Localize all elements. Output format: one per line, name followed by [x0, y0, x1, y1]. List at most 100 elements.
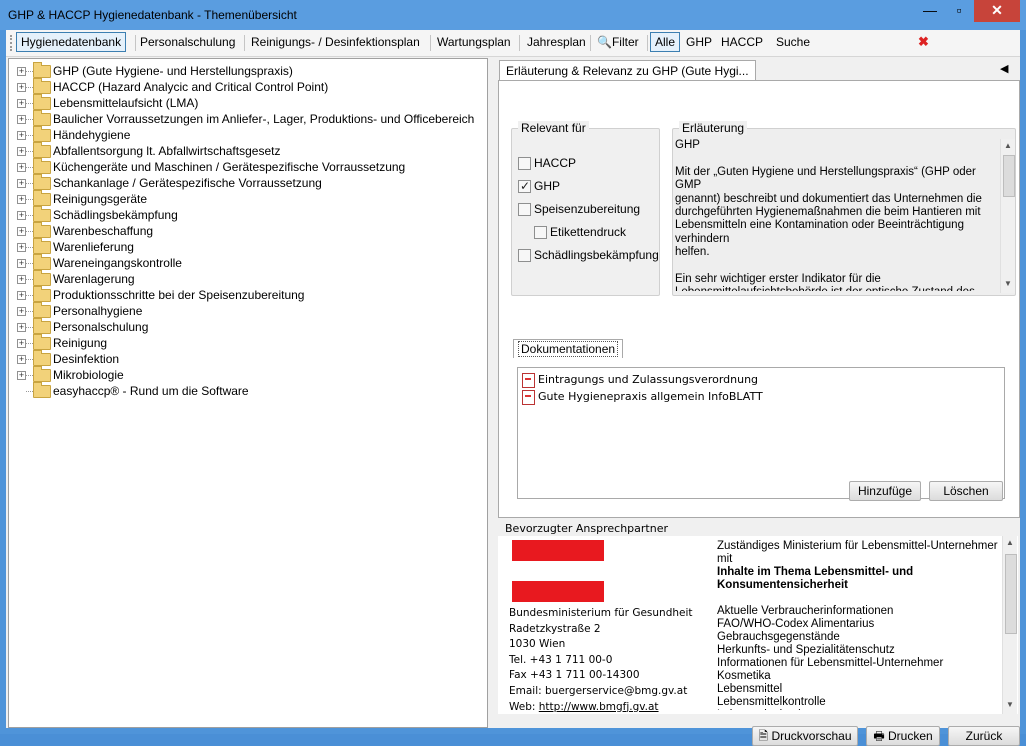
- checkbox-box[interactable]: [518, 178, 531, 194]
- expand-icon[interactable]: +: [17, 259, 26, 268]
- tab-wartungsplan[interactable]: Wartungsplan: [433, 33, 515, 51]
- expand-icon[interactable]: +: [17, 67, 26, 76]
- explanation-line: genannt) beschreibt und dokumentiert das…: [675, 192, 982, 205]
- scroll-up-icon[interactable]: ▲: [1006, 538, 1014, 547]
- scroll-down-icon[interactable]: ▼: [1004, 279, 1012, 288]
- folder-icon: [33, 318, 51, 334]
- expand-icon[interactable]: +: [17, 227, 26, 236]
- tree-item-label: Personalhygiene: [53, 304, 143, 318]
- tree-item-label: Mikrobiologie: [53, 368, 124, 382]
- folder-icon: [33, 270, 51, 286]
- title-bar[interactable]: GHP & HACCP Hygienedatenbank - Themenübe…: [0, 0, 1026, 30]
- contact-title: Bevorzugter Ansprechpartner: [505, 522, 669, 535]
- checkbox-box[interactable]: [518, 249, 531, 262]
- expand-icon[interactable]: +: [17, 99, 26, 108]
- checkbox-box[interactable]: [518, 157, 531, 170]
- relevant-group: Relevant für HACCP GHP Speisenzubereitun…: [511, 121, 660, 296]
- folder-icon: [33, 350, 51, 366]
- explanation-scrollbar[interactable]: ▲ ▼: [1000, 139, 1015, 293]
- scroll-up-icon[interactable]: ▲: [1004, 141, 1012, 150]
- toolbar-grip-icon[interactable]: [10, 35, 15, 51]
- expand-icon[interactable]: +: [17, 371, 26, 380]
- close-window-button[interactable]: ✕: [974, 0, 1020, 22]
- tree-connector: [26, 247, 33, 248]
- web-link[interactable]: http://www.bmgfj.gv.at: [539, 701, 659, 713]
- tree-item-label: HACCP (Hazard Analycic and Critical Cont…: [53, 80, 329, 94]
- address-line: Email: buergerservice@bmg.gv.at: [509, 684, 688, 697]
- folder-icon: [33, 334, 51, 350]
- tab-dokumentationen[interactable]: Dokumentationen: [513, 339, 624, 358]
- checkbox-box[interactable]: [518, 203, 531, 216]
- explanation-line: Lebensmitteln eine Kontamination oder Be…: [675, 219, 964, 245]
- tree-connector: [26, 119, 33, 120]
- filter-alle[interactable]: Alle: [650, 32, 681, 52]
- expand-icon[interactable]: +: [17, 291, 26, 300]
- tab-jahresplan[interactable]: Jahresplan: [523, 33, 590, 51]
- scroll-down-icon[interactable]: ▼: [1006, 700, 1014, 709]
- search-button[interactable]: Suche: [772, 33, 814, 51]
- checkbox-box[interactable]: [534, 226, 547, 239]
- info-line: FAO/WHO-Codex Alimentarius: [717, 618, 875, 630]
- tree-connector: [26, 215, 33, 216]
- address-line: 1030 Wien: [509, 638, 566, 651]
- filter-haccp[interactable]: HACCP: [717, 33, 767, 51]
- expand-icon[interactable]: +: [17, 243, 26, 252]
- print-preview-button[interactable]: 🗎 Druckvorschau: [752, 726, 858, 746]
- print-button[interactable]: 🖶 Drucken: [866, 726, 940, 746]
- expand-icon[interactable]: +: [17, 147, 26, 156]
- tab-hygienedatenbank[interactable]: Hygienedatenbank: [16, 32, 127, 52]
- toolbar: Hygienedatenbank Personalschulung Reinig…: [6, 30, 1020, 57]
- topic-tree[interactable]: + GHP (Gute Hygiene- und Herstellungsprax…: [8, 58, 488, 728]
- expand-icon[interactable]: +: [17, 355, 26, 364]
- expand-icon[interactable]: +: [17, 339, 26, 348]
- tree-item-label: GHP (Gute Hygiene- und Herstellungspraxi…: [53, 64, 293, 78]
- expand-icon[interactable]: +: [17, 115, 26, 124]
- contact-scrollbar[interactable]: ▲ ▼: [1002, 536, 1017, 714]
- app-window: GHP & HACCP Hygienedatenbank - Themenübe…: [0, 0, 1026, 746]
- expand-icon[interactable]: +: [17, 211, 26, 220]
- tree-connector: [26, 71, 33, 72]
- detail-panel: Erläuterung & Relevanz zu GHP (Gute Hygi…: [490, 58, 1020, 746]
- info-line: Gebrauchsgegenstände: [717, 631, 840, 643]
- tab-reinigungsplan[interactable]: Reinigungs- / Desinfektionsplan: [247, 33, 424, 51]
- close-icon[interactable]: ✖: [918, 34, 929, 50]
- expand-icon[interactable]: +: [17, 195, 26, 204]
- tab-personalschulung[interactable]: Personalschulung: [136, 33, 239, 51]
- explanation-line: [675, 260, 997, 273]
- expand-icon[interactable]: +: [17, 131, 26, 140]
- expand-icon[interactable]: +: [17, 275, 26, 284]
- folder-icon: [33, 62, 51, 78]
- tree-item-label: Reinigungsgeräte: [53, 192, 148, 206]
- expand-icon[interactable]: +: [17, 179, 26, 188]
- explanation-group: Erläuterung GHP Mit der „Guten Hygiene un…: [672, 121, 1016, 296]
- tree-connector: [26, 359, 33, 360]
- documents-list[interactable]: Eintragungs und Zulassungsverordnung Gut…: [517, 367, 1005, 499]
- expand-icon[interactable]: +: [17, 83, 26, 92]
- tree-connector: [26, 375, 33, 376]
- scroll-thumb[interactable]: [1005, 554, 1017, 634]
- web-line: Web: http://www.bmgfj.gv.at: [509, 700, 659, 713]
- add-document-button[interactable]: Hinzufüge: [849, 481, 921, 501]
- collapse-arrow-icon[interactable]: ◀: [1000, 62, 1008, 75]
- explanation-text[interactable]: GHP Mit der „Guten Hygiene und Herstellun…: [675, 139, 997, 291]
- tree-connector: [26, 263, 33, 264]
- expand-icon[interactable]: +: [17, 307, 26, 316]
- contact-info-text[interactable]: Zuständiges Ministerium für Lebensmittel…: [717, 540, 999, 710]
- maximize-button[interactable]: ▫: [946, 0, 972, 22]
- preview-icon: 🗎: [758, 729, 772, 743]
- minimize-button[interactable]: —: [917, 0, 943, 22]
- tab-erlaeuterung[interactable]: Erläuterung & Relevanz zu GHP (Gute Hygi…: [499, 60, 756, 81]
- address-line: Fax +43 1 711 00-14300: [509, 669, 640, 682]
- tree-connector: [26, 183, 33, 184]
- back-button[interactable]: Zurück: [948, 726, 1020, 746]
- expand-icon[interactable]: +: [17, 163, 26, 172]
- tree-connector: [26, 343, 33, 344]
- scroll-thumb[interactable]: [1003, 155, 1015, 197]
- explanation-title: Erläuterung: [679, 121, 748, 135]
- explanation-line: Lebensmittelaufsichtsbehörde ist der opt…: [675, 286, 997, 291]
- filter-button[interactable]: 🔍Filter: [593, 33, 643, 51]
- filter-ghp[interactable]: GHP: [682, 33, 716, 51]
- delete-document-button[interactable]: Löschen: [929, 481, 1003, 501]
- folder-icon: [33, 126, 51, 142]
- expand-icon[interactable]: +: [17, 323, 26, 332]
